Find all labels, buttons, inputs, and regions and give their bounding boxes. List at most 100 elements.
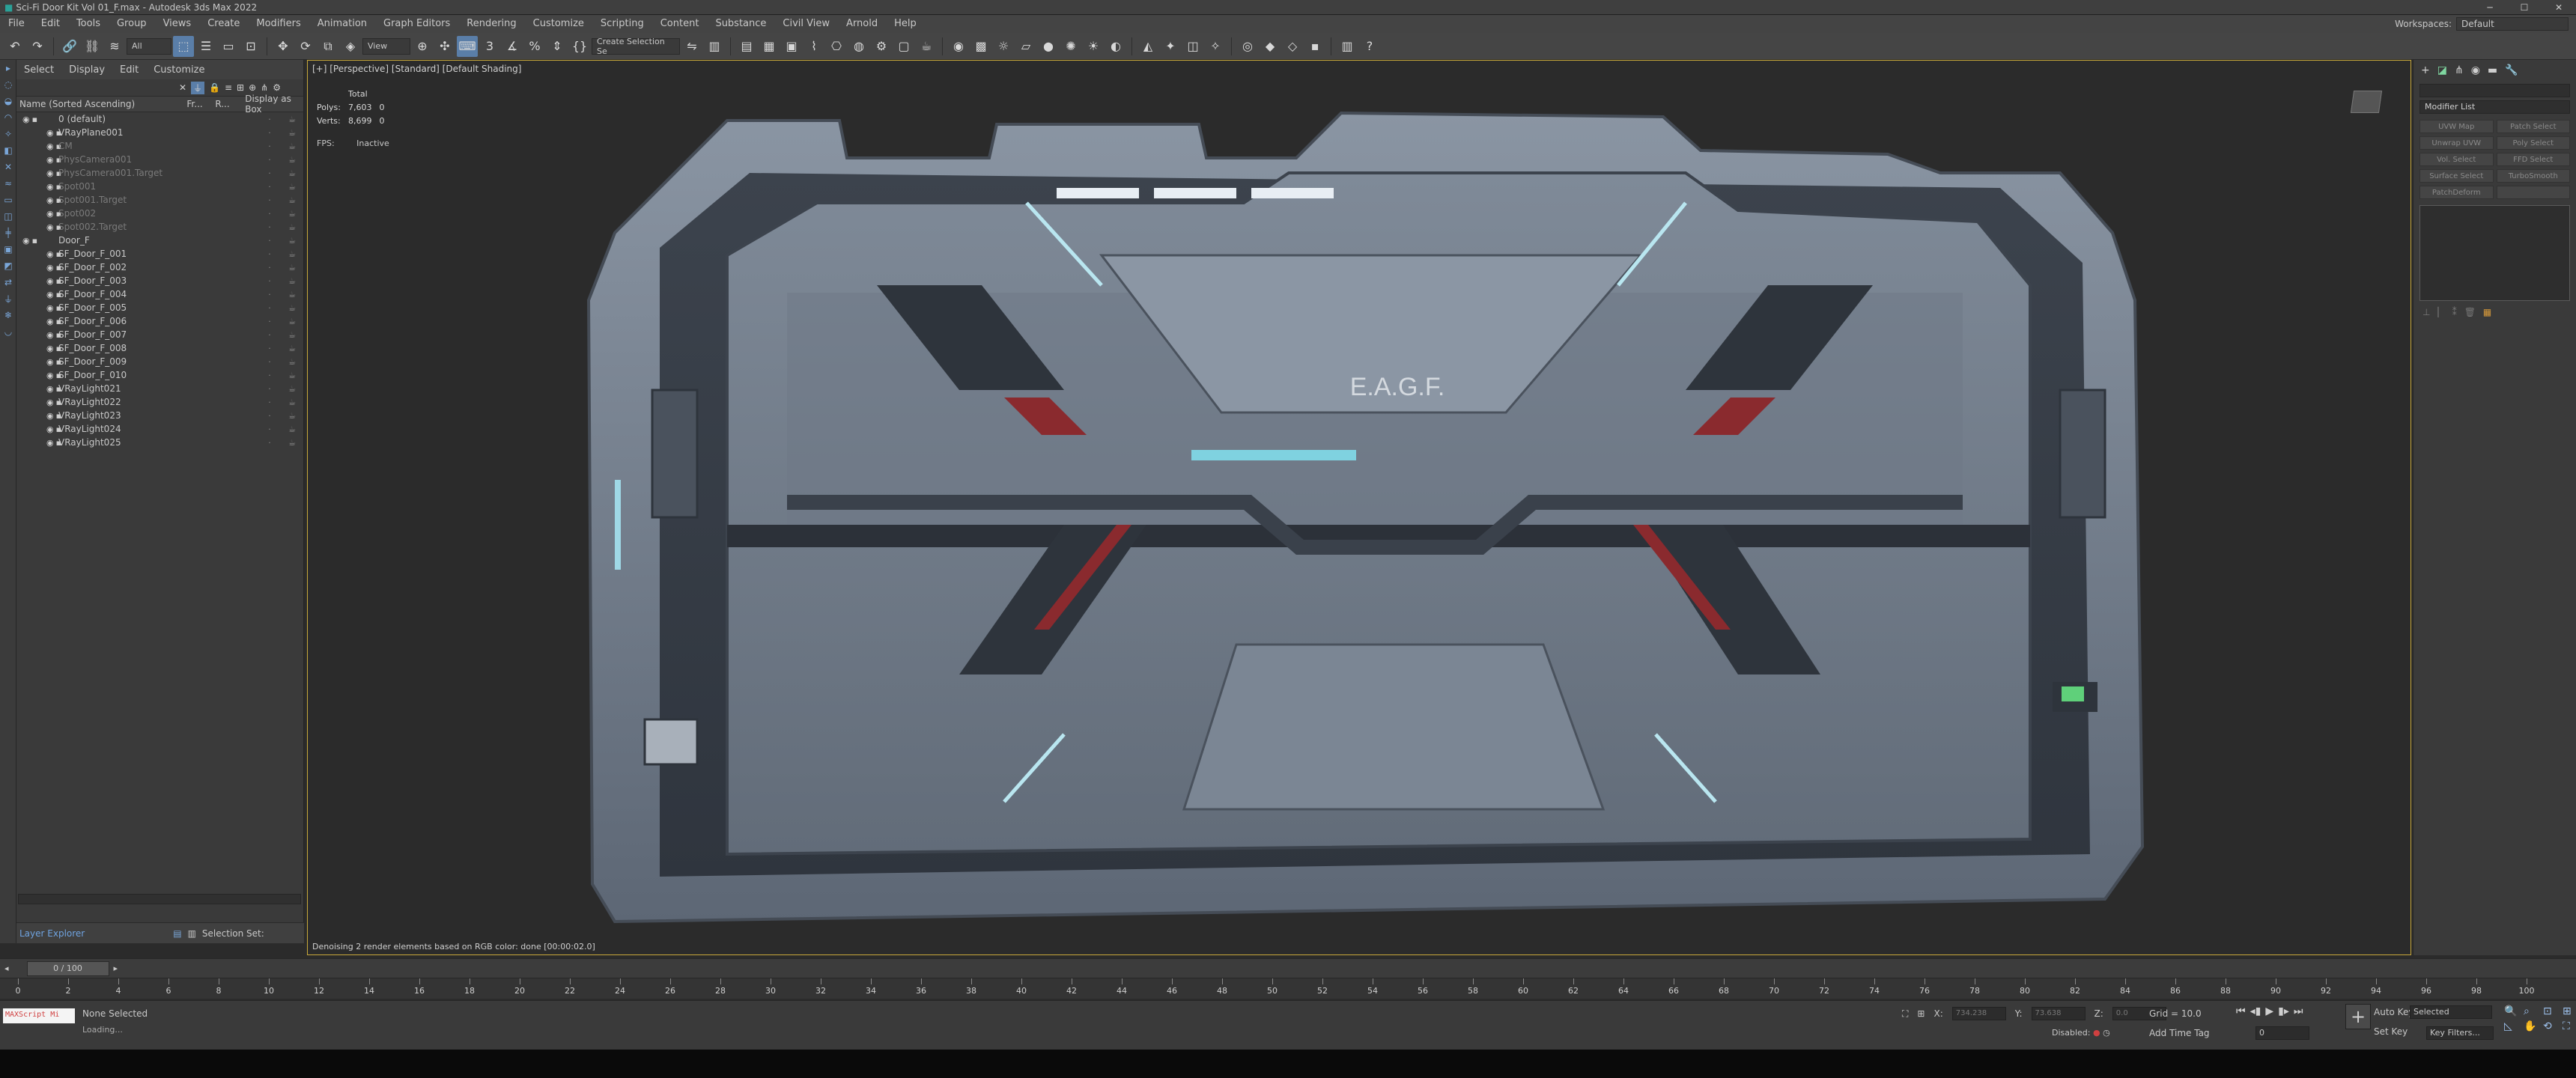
modifier-button-unwrap-uvw[interactable]: Unwrap UVW — [2419, 136, 2494, 150]
scale-icon[interactable]: ⧉ — [318, 36, 338, 57]
tree-row[interactable]: ◉ ▪ VRayLight024 · ☕ — [16, 422, 303, 436]
vray-light-lister-icon[interactable]: ☼ — [993, 36, 1014, 57]
viewport-perspective[interactable]: [+] [Perspective] [Standard] [Default Sh… — [307, 60, 2411, 955]
modifier-button-vol-select[interactable]: Vol. Select — [2419, 153, 2494, 166]
current-frame-field[interactable]: 0 — [2255, 1026, 2309, 1040]
render-toggle-icon[interactable]: ☕ — [281, 115, 303, 124]
new-layer-icon[interactable]: ⊞ — [237, 82, 244, 93]
render-toggle-icon[interactable]: ☕ — [281, 424, 303, 434]
modifier-button-patch-select[interactable]: Patch Select — [2496, 120, 2570, 133]
close-icon[interactable]: ✕ — [179, 82, 186, 93]
snaps-toggle-icon[interactable]: 3 — [479, 36, 500, 57]
render-toggle-icon[interactable]: ☕ — [281, 371, 303, 380]
zoom-all-icon[interactable]: ⌕ — [2524, 1005, 2540, 1017]
frozen-toggle-icon[interactable]: · — [258, 411, 281, 421]
lights-filter-icon[interactable]: ✧ — [0, 126, 16, 142]
modifier-list-dropdown[interactable]: Modifier List — [2419, 100, 2570, 114]
utilities-tab-icon[interactable]: 🔧 — [2505, 64, 2518, 76]
x-coord-field[interactable]: 734.238 — [1951, 1007, 2006, 1020]
eye-icon[interactable]: ◉ — [46, 357, 54, 367]
render-toggle-icon[interactable]: ☕ — [281, 357, 303, 367]
eye-icon[interactable]: ◉ — [46, 276, 54, 286]
helpers-filter-icon[interactable]: ✕ — [0, 159, 16, 175]
menu-help[interactable]: Help — [886, 15, 925, 33]
filter-icon[interactable]: ⏚ — [191, 81, 205, 94]
vray-sphere-icon[interactable]: ● — [1038, 36, 1059, 57]
pan-icon[interactable]: ✋ — [2524, 1020, 2540, 1032]
plugin-icon-1[interactable]: ◆ — [1260, 36, 1281, 57]
eye-icon[interactable]: ◉ — [46, 344, 54, 353]
frozen-toggle-icon[interactable]: · — [258, 438, 281, 448]
eye-icon[interactable]: ◉ — [46, 182, 54, 192]
frozen-toggle-icon[interactable]: · — [258, 344, 281, 353]
render-toggle-icon[interactable]: ☕ — [281, 182, 303, 192]
render-toggle-icon[interactable]: ☕ — [281, 330, 303, 340]
render-toggle-icon[interactable]: ☕ — [281, 263, 303, 272]
plugin-icon-3[interactable]: ▪ — [1304, 36, 1325, 57]
layer-explorer-icon[interactable]: ▦ — [759, 36, 780, 57]
remove-modifier-icon[interactable]: 🗑 — [2464, 307, 2476, 317]
frozen-toggle-icon[interactable]: · — [258, 317, 281, 326]
fov-icon[interactable]: ◺ — [2504, 1020, 2521, 1032]
render-toggle-icon[interactable]: ☕ — [281, 398, 303, 407]
y-coord-field[interactable]: 73.638 — [2031, 1007, 2086, 1020]
frozen-toggle-icon[interactable]: · — [258, 209, 281, 219]
tree-row[interactable]: ◉ ▪ PhysCamera001.Target · ☕ — [16, 166, 303, 180]
eye-icon[interactable]: ◉ — [46, 222, 54, 232]
frozen-toggle-icon[interactable]: · — [258, 290, 281, 299]
menu-file[interactable]: File — [0, 15, 33, 33]
render-toggle-icon[interactable]: ☕ — [281, 411, 303, 421]
vray-light-icon[interactable]: ✺ — [1060, 36, 1081, 57]
eye-icon[interactable]: ◉ — [46, 438, 54, 448]
frozen-toggle-icon[interactable]: · — [258, 128, 281, 138]
tree-row[interactable]: ◉ ▪ SF_Door_F_010 · ☕ — [16, 368, 303, 382]
vray-plane-icon[interactable]: ▱ — [1015, 36, 1036, 57]
modifier-button-empty[interactable] — [2496, 186, 2570, 199]
maximize-viewport-icon[interactable]: ⛶ — [2563, 1020, 2576, 1032]
create-tab-icon[interactable]: + — [2421, 64, 2430, 76]
zoom-extents-icon[interactable]: ⊡ — [2543, 1005, 2560, 1017]
eye-icon[interactable]: ◉ — [46, 317, 54, 326]
keyboard-shortcut-override-icon[interactable]: ⌨ — [457, 35, 478, 57]
tree-row[interactable]: ◉ ▪ Spot001.Target · ☕ — [16, 193, 303, 207]
layer-explorer-label[interactable]: Layer Explorer — [19, 928, 85, 939]
render-toggle-icon[interactable]: ☕ — [281, 303, 303, 313]
percent-snap-icon[interactable]: % — [524, 36, 545, 57]
edit-named-sets-icon[interactable]: {} — [569, 36, 590, 57]
menu-group[interactable]: Group — [109, 15, 155, 33]
options-icon[interactable]: ⚙ — [273, 82, 281, 93]
set-keys-icon[interactable]: + — [2345, 1004, 2371, 1029]
configure-sets-icon[interactable]: ▦ — [2483, 307, 2491, 317]
named-selection-dropdown[interactable]: Create Selection Se — [592, 37, 680, 56]
explorer-scrollbar[interactable] — [18, 894, 301, 904]
eye-icon[interactable]: ◉ — [46, 249, 54, 259]
render-icon[interactable]: ☕ — [916, 36, 937, 57]
modify-tab-icon[interactable]: ◪ — [2437, 64, 2447, 76]
menu-arnold[interactable]: Arnold — [838, 15, 886, 33]
eye-icon[interactable]: ◉ — [46, 411, 54, 421]
render-toggle-icon[interactable]: ☕ — [281, 344, 303, 353]
eye-icon[interactable]: ◉ — [46, 303, 54, 313]
render-toggle-icon[interactable]: ☕ — [281, 141, 303, 151]
next-key-icon[interactable]: ▮▸ — [2278, 1005, 2289, 1017]
tree-row[interactable]: ◉ ▪ VRayLight025 · ☕ — [16, 436, 303, 449]
eye-icon[interactable]: ◉ — [46, 263, 54, 272]
schematic-view-icon[interactable]: ⎔ — [826, 36, 847, 57]
rotate-icon[interactable]: ⟳ — [295, 36, 316, 57]
next-frame-icon[interactable]: ▸ — [114, 963, 118, 973]
layer-icon[interactable]: ≡ — [225, 82, 232, 93]
select-icon[interactable]: ▸ — [0, 60, 16, 76]
cameras-filter-icon[interactable]: ◧ — [0, 142, 16, 159]
record-icon[interactable]: ● — [2093, 1028, 2100, 1038]
layer-toggle-icon[interactable]: ▤ — [173, 928, 181, 939]
scene-explorer-icon[interactable]: ▤ — [736, 36, 757, 57]
hidden-icon[interactable]: ◡ — [0, 323, 16, 340]
geometry-filter-icon[interactable]: ◒ — [0, 93, 16, 109]
tree-row[interactable]: ◉ ▪ Spot002 · ☕ — [16, 207, 303, 220]
select-object-icon[interactable]: ⬚ — [173, 35, 194, 57]
help-icon[interactable]: ? — [1359, 36, 1380, 57]
auto-key-button[interactable]: Auto Key — [2374, 1007, 2414, 1017]
eye-icon[interactable]: ◉ — [22, 115, 30, 124]
vray-sun-icon[interactable]: ☀ — [1083, 36, 1104, 57]
frozen-toggle-icon[interactable]: · — [258, 182, 281, 192]
